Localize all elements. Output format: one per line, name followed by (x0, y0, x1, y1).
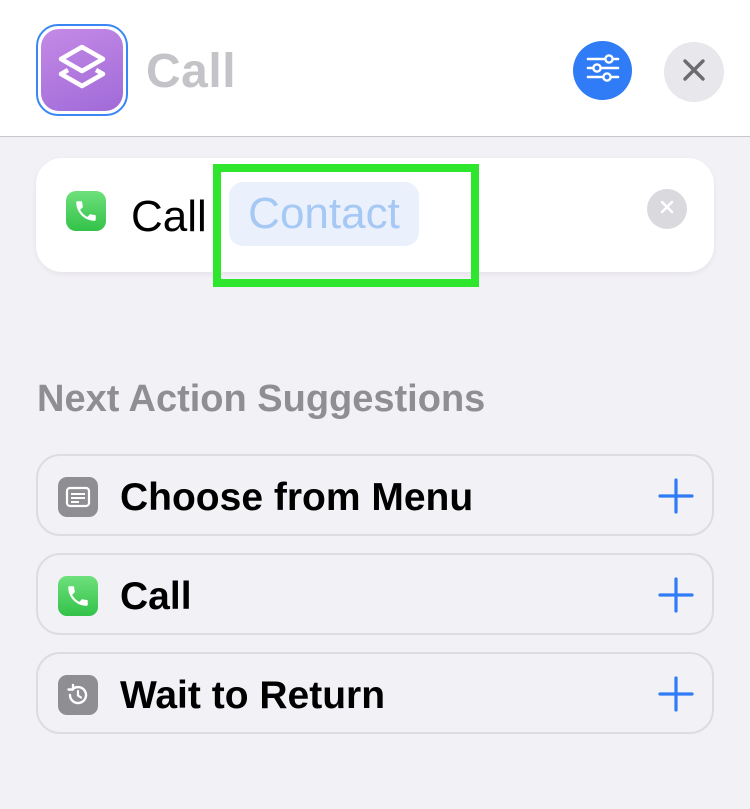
clock-return-icon (58, 675, 98, 715)
action-verb-label: Call (131, 192, 207, 241)
remove-action-button[interactable] (647, 189, 687, 229)
suggestion-wait-to-return[interactable]: Wait to Return (36, 652, 714, 734)
settings-button[interactable] (573, 41, 632, 100)
plus-icon[interactable] (656, 575, 696, 615)
phone-icon (58, 576, 98, 616)
plus-icon[interactable] (656, 674, 696, 714)
suggestion-label: Choose from Menu (120, 476, 474, 519)
suggestion-call[interactable]: Call (36, 553, 714, 635)
header-bar: Call (0, 0, 750, 137)
suggestions-heading: Next Action Suggestions (37, 378, 486, 420)
suggestion-choose-from-menu[interactable]: Choose from Menu (36, 454, 714, 536)
phone-icon (66, 191, 106, 231)
sliders-icon (585, 53, 621, 88)
remove-icon (659, 199, 675, 220)
suggestion-label: Wait to Return (120, 674, 386, 717)
shortcut-title[interactable]: Call (146, 44, 236, 99)
shortcut-icon-button[interactable] (36, 24, 128, 116)
menu-icon (58, 477, 98, 517)
close-button[interactable] (664, 42, 724, 102)
close-icon (682, 58, 706, 87)
plus-icon[interactable] (656, 476, 696, 516)
highlight-box (213, 164, 479, 287)
suggestion-label: Call (120, 575, 192, 618)
shortcuts-icon (41, 29, 123, 111)
